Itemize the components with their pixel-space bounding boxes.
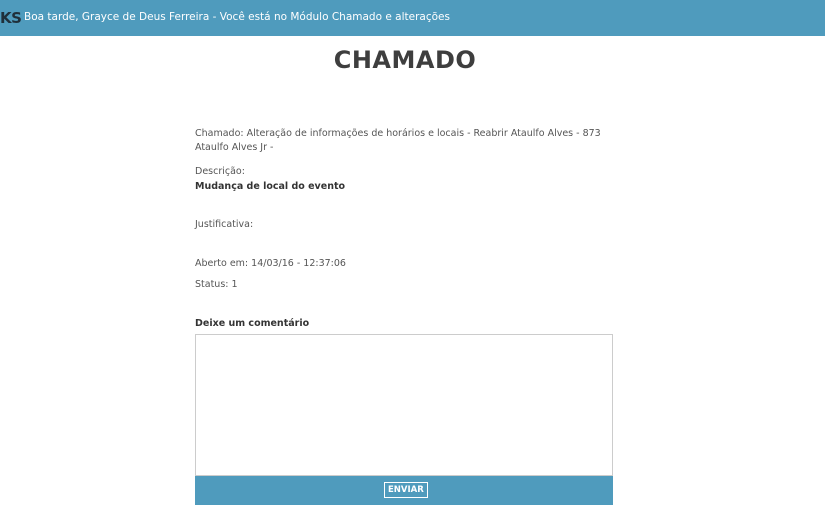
comment-textarea[interactable]: [195, 334, 613, 476]
chamado-field: Chamado: Alteração de informações de hor…: [195, 127, 615, 155]
chamado-label: Chamado:: [195, 128, 247, 139]
status-field: Status: 1: [195, 278, 238, 292]
aberto-label: Aberto em:: [195, 258, 252, 269]
descricao-label: Descrição:: [195, 166, 245, 177]
status-label: Status:: [195, 279, 232, 290]
submit-bar: ENVIAR: [195, 476, 613, 505]
send-button[interactable]: ENVIAR: [384, 482, 428, 498]
logo[interactable]: KS: [0, 9, 22, 27]
chamado-value: Alteração de informações de horários e l…: [195, 128, 601, 153]
greeting-text: Boa tarde, Grayce de Deus Ferreira - Voc…: [24, 11, 450, 23]
page-title: CHAMADO: [333, 46, 477, 74]
justificativa-label: Justificativa:: [195, 219, 254, 230]
aberto-field: Aberto em: 14/03/16 - 12:37:06: [195, 257, 346, 271]
top-bar: KS Boa tarde, Grayce de Deus Ferreira - …: [0, 0, 825, 36]
aberto-value: 14/03/16 - 12:37:06: [251, 258, 346, 269]
status-value: 1: [231, 279, 238, 290]
comment-label: Deixe um comentário: [195, 318, 310, 329]
descricao-value: Mudança de local do evento: [195, 181, 346, 192]
